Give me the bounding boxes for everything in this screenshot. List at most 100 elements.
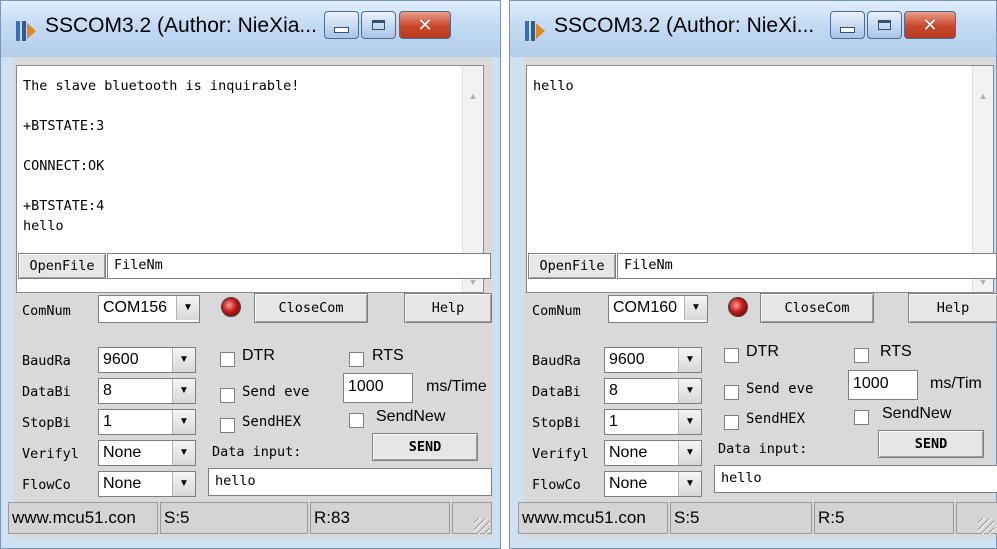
rts-label: RTS <box>880 343 912 360</box>
verify-select[interactable]: None ▼ <box>604 440 702 466</box>
comnum-label: ComNum <box>532 303 581 319</box>
sendnew-checkbox[interactable] <box>854 410 869 425</box>
close-button[interactable]: ✕ <box>399 11 451 39</box>
window-title: SSCOM3.2 (Author: NieXi... <box>554 14 815 37</box>
close-icon: ✕ <box>417 14 433 36</box>
interval-input[interactable]: 1000 <box>848 370 918 400</box>
resize-grip-icon[interactable] <box>474 518 490 534</box>
comnum-select[interactable]: COM160 ▼ <box>608 295 708 323</box>
databits-label: DataBi <box>22 384 71 400</box>
stopbits-label: StopBi <box>532 415 581 431</box>
verify-label: Verifyl <box>532 446 589 462</box>
help-button[interactable]: Help <box>908 293 997 323</box>
chevron-down-icon: ▼ <box>172 379 195 403</box>
interval-unit-label: ms/Tim <box>930 375 982 392</box>
baudrate-label: BaudRa <box>22 353 71 369</box>
status-received: R:83 <box>310 502 450 534</box>
flowcontrol-select[interactable]: None ▼ <box>98 471 196 497</box>
comnum-value: COM160 <box>613 299 678 316</box>
status-bar: www.mcu51.con S:5 R:83 <box>8 502 492 538</box>
close-icon: ✕ <box>922 14 938 36</box>
sscom-window-left: SSCOM3.2 (Author: NieXia... ✕ The slave … <box>0 0 501 549</box>
scroll-up-icon[interactable]: ▲ <box>973 86 993 106</box>
filename-field[interactable]: FileNm <box>107 253 491 279</box>
sendnew-label: SendNew <box>882 405 952 422</box>
baudrate-select[interactable]: 9600 ▼ <box>604 347 702 373</box>
send-every-checkbox[interactable] <box>724 385 739 400</box>
sendhex-checkbox[interactable] <box>220 418 235 433</box>
comnum-select[interactable]: COM156 ▼ <box>98 295 200 323</box>
receive-output-text: The slave bluetooth is inquirable! +BTST… <box>23 78 300 234</box>
maximize-icon <box>372 20 385 30</box>
window-title: SSCOM3.2 (Author: NieXia... <box>45 14 317 37</box>
sscom-app-icon <box>16 21 36 41</box>
data-input-field[interactable]: hello <box>208 468 492 496</box>
stopbits-value: 1 <box>609 413 618 430</box>
port-status-led-icon <box>728 297 748 317</box>
dtr-checkbox[interactable] <box>220 352 235 367</box>
chevron-down-icon: ▼ <box>678 441 701 465</box>
sendhex-label: SendHEX <box>746 411 806 427</box>
data-input-label: Data input: <box>212 444 302 460</box>
baudrate-value: 9600 <box>103 351 139 368</box>
rts-checkbox[interactable] <box>349 352 364 367</box>
interval-unit-label: ms/Time <box>426 378 487 395</box>
send-every-checkbox[interactable] <box>220 388 235 403</box>
databits-select[interactable]: 8 ▼ <box>604 378 702 404</box>
minimize-icon <box>334 26 349 33</box>
flowcontrol-select[interactable]: None ▼ <box>604 471 702 497</box>
sendnew-checkbox[interactable] <box>349 413 364 428</box>
databits-value: 8 <box>103 382 112 399</box>
status-sent: S:5 <box>160 502 308 534</box>
sscom-app-icon <box>525 21 545 41</box>
chevron-down-icon: ▼ <box>172 348 195 372</box>
help-button[interactable]: Help <box>404 293 492 323</box>
baudrate-label: BaudRa <box>532 353 581 369</box>
chevron-down-icon: ▼ <box>678 410 701 434</box>
data-input-field[interactable]: hello <box>714 465 997 493</box>
databits-label: DataBi <box>532 384 581 400</box>
baudrate-select[interactable]: 9600 ▼ <box>98 347 196 373</box>
minimize-icon <box>840 26 855 33</box>
closecom-button[interactable]: CloseCom <box>254 293 368 323</box>
chevron-down-icon: ▼ <box>172 472 195 496</box>
receive-output-text: hello <box>533 78 574 94</box>
send-every-label: Send eve <box>242 384 310 400</box>
verify-select[interactable]: None ▼ <box>98 440 196 466</box>
chevron-down-icon: ▼ <box>684 296 707 320</box>
resize-grip-icon[interactable] <box>978 518 994 534</box>
send-button[interactable]: SEND <box>372 433 478 461</box>
maximize-button[interactable] <box>867 11 902 39</box>
port-status-led-icon <box>221 297 241 317</box>
sendhex-checkbox[interactable] <box>724 415 739 430</box>
openfile-button[interactable]: OpenFile <box>528 253 616 279</box>
minimize-button[interactable] <box>324 11 359 39</box>
closecom-button[interactable]: CloseCom <box>760 293 874 323</box>
main-panel: hello ▲ ▼ OpenFile FileNm ComNum COM160 … <box>518 57 997 538</box>
openfile-button[interactable]: OpenFile <box>18 253 106 279</box>
minimize-button[interactable] <box>830 11 865 39</box>
send-every-label: Send eve <box>746 381 814 397</box>
flowcontrol-label: FlowCo <box>532 477 581 493</box>
rts-checkbox[interactable] <box>854 348 869 363</box>
filename-field[interactable]: FileNm <box>617 253 997 279</box>
maximize-button[interactable] <box>361 11 396 39</box>
databits-select[interactable]: 8 ▼ <box>98 378 196 404</box>
status-bar: www.mcu51.con S:5 R:5 <box>518 502 997 538</box>
chevron-down-icon: ▼ <box>172 410 195 434</box>
dtr-label: DTR <box>746 343 779 360</box>
scroll-up-icon[interactable]: ▲ <box>463 86 483 106</box>
chevron-down-icon: ▼ <box>678 472 701 496</box>
stopbits-value: 1 <box>103 413 112 430</box>
stopbits-select[interactable]: 1 ▼ <box>98 409 196 435</box>
send-button[interactable]: SEND <box>878 430 984 458</box>
dtr-checkbox[interactable] <box>724 348 739 363</box>
title-bar[interactable]: SSCOM3.2 (Author: NieXi... ✕ <box>510 1 996 57</box>
title-bar[interactable]: SSCOM3.2 (Author: NieXia... ✕ <box>1 1 500 57</box>
close-button[interactable]: ✕ <box>904 11 956 39</box>
status-sent: S:5 <box>670 502 812 534</box>
stopbits-select[interactable]: 1 ▼ <box>604 409 702 435</box>
status-site: www.mcu51.con <box>8 502 158 534</box>
flowcontrol-label: FlowCo <box>22 477 71 493</box>
interval-input[interactable]: 1000 <box>343 373 413 403</box>
